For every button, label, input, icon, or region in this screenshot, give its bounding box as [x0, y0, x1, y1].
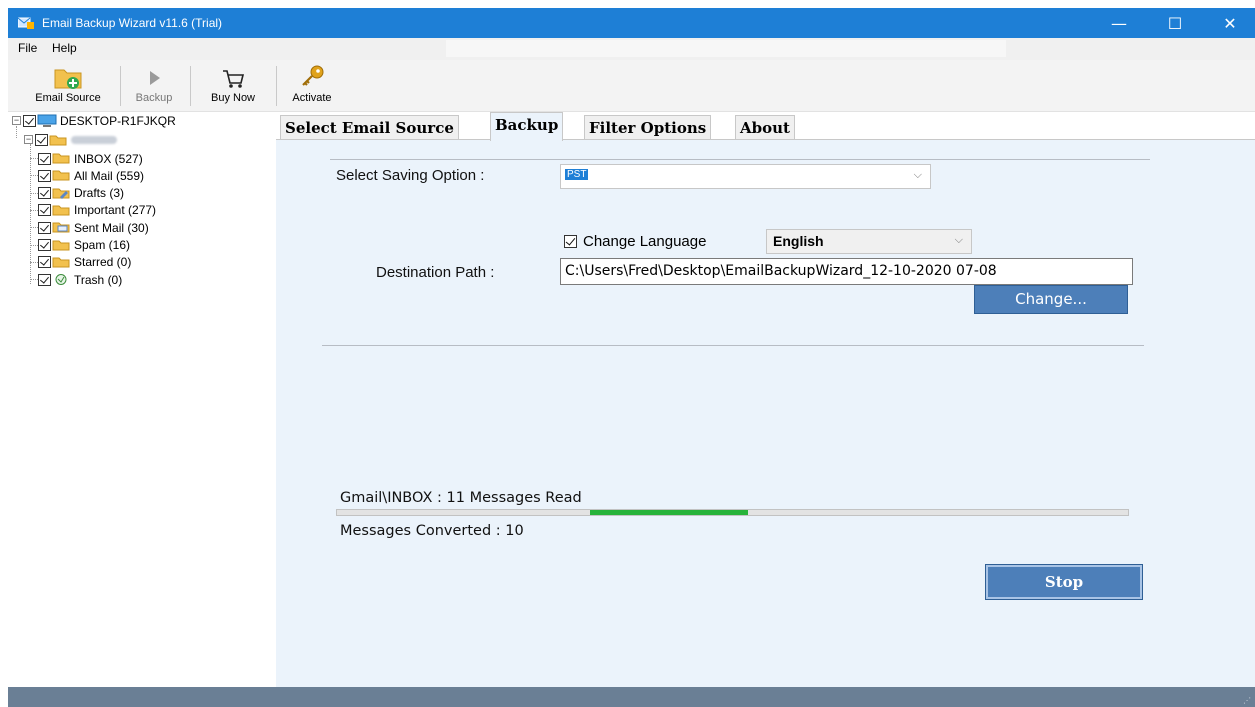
status-read-text: Gmail\INBOX : 11 Messages Read [340, 490, 582, 506]
tree-checkbox[interactable] [38, 239, 51, 251]
toolbar-separator [120, 66, 121, 106]
tree-checkbox[interactable] [38, 152, 51, 165]
chevron-down-icon: ⌵ [913, 168, 922, 181]
minimize-button[interactable]: — [1096, 8, 1142, 38]
progress-fill [590, 510, 749, 515]
tree-folder-label: INBOX (527) [74, 151, 143, 166]
folder-icon [52, 170, 70, 181]
tree-checkbox[interactable] [23, 114, 36, 127]
divider [330, 159, 1150, 160]
messages-converted-text: Messages Converted : 10 [340, 523, 524, 539]
toolbar-separator [190, 66, 191, 106]
tree-folder-label: All Mail (559) [74, 168, 145, 183]
backup-panel: Select Saving Option : PST ⌵ Change Lang… [276, 139, 1255, 687]
tree-folder-label: Sent Mail (30) [74, 220, 149, 235]
key-icon [302, 65, 324, 86]
tree-line [30, 175, 38, 177]
close-button[interactable]: ✕ [1207, 8, 1253, 38]
activate-button[interactable]: Activate [282, 62, 342, 110]
tree-line [30, 279, 38, 281]
tree-folder-item[interactable]: Starred (0) [30, 254, 132, 271]
tree-account[interactable]: − [24, 131, 117, 148]
collapse-icon[interactable]: − [24, 135, 33, 144]
collapse-icon[interactable]: − [12, 116, 21, 125]
folder-icon [52, 205, 70, 216]
resize-grip-icon[interactable]: ⋰ [1243, 696, 1251, 705]
stop-button[interactable]: Stop [985, 564, 1143, 600]
menu-file[interactable]: File [18, 41, 37, 55]
tree-line [30, 144, 31, 284]
add-folder-icon [54, 69, 82, 89]
chevron-down-icon: ⌵ [954, 233, 963, 246]
tree-line [30, 244, 38, 246]
tree-root[interactable]: − DESKTOP-R1FJKQR [12, 112, 176, 129]
folder-icon [52, 240, 70, 250]
tree-folder-item[interactable]: Drafts (3) [30, 185, 125, 202]
tree-line [30, 158, 38, 159]
toolbar: Email Source Backup Buy Now Activate [8, 60, 1255, 112]
tree-checkbox[interactable] [38, 169, 51, 182]
title-bar: Email Backup Wizard v11.6 (Trial) — ☐ ✕ [8, 8, 1255, 38]
sent-folder-icon [52, 222, 70, 233]
tree-folder-label: Drafts (3) [74, 186, 125, 201]
redacted-account-name [71, 135, 117, 144]
window-title: Email Backup Wizard v11.6 (Trial) [42, 16, 223, 30]
drafts-folder-icon [52, 188, 70, 199]
maximize-button[interactable]: ☐ [1152, 8, 1198, 38]
tree-folder-item[interactable]: Sent Mail (30) [30, 219, 149, 236]
tree-folder-item[interactable]: All Mail (559) [30, 167, 145, 184]
tree-folder-item[interactable]: Spam (16) [30, 237, 131, 254]
tree-folder-label: Important (277) [74, 203, 157, 218]
tab-select-email-source[interactable]: Select Email Source [280, 115, 459, 140]
folder-tree: − DESKTOP-R1FJKQR − INBOX (527) All Mail … [8, 112, 274, 687]
trash-icon [55, 274, 67, 286]
tree-checkbox[interactable] [38, 221, 51, 234]
menu-spacer [446, 40, 1006, 57]
saving-option-select[interactable]: PST ⌵ [560, 164, 931, 189]
tree-folder-item[interactable]: Important (277) [30, 202, 157, 219]
tree-checkbox[interactable] [38, 204, 51, 217]
destination-path-label: Destination Path : [376, 264, 495, 281]
tree-checkbox[interactable] [35, 133, 48, 146]
tab-about[interactable]: About [735, 115, 795, 140]
email-source-button[interactable]: Email Source [22, 62, 114, 110]
menu-bar: File Help [8, 38, 1255, 60]
folder-icon [52, 257, 70, 268]
buy-now-button[interactable]: Buy Now [198, 62, 268, 110]
language-select[interactable]: English ⌵ [766, 229, 972, 254]
tree-line [30, 192, 38, 194]
checkbox[interactable] [564, 235, 577, 248]
tree-line [30, 227, 38, 229]
destination-path-input[interactable]: C:\Users\Fred\Desktop\EmailBackupWizard_… [560, 258, 1133, 285]
tree-checkbox[interactable] [38, 187, 51, 200]
status-bar: ⋰ [8, 687, 1255, 707]
change-path-button[interactable]: Change... [974, 285, 1128, 314]
change-language-checkbox[interactable]: Change Language [564, 233, 706, 250]
tab-filter-options[interactable]: Filter Options [584, 115, 712, 140]
cart-icon [223, 70, 245, 88]
progress-bar [336, 509, 1129, 516]
tab-backup[interactable]: Backup [490, 112, 564, 141]
tree-folder-label: Spam (16) [74, 238, 131, 252]
backup-button[interactable]: Backup [126, 62, 182, 110]
tree-folder-label: Starred (0) [74, 255, 132, 270]
tree-folder-item[interactable]: INBOX (527) [30, 150, 143, 167]
app-logo-icon [18, 17, 34, 29]
folder-icon [52, 153, 70, 164]
tree-checkbox[interactable] [38, 256, 51, 269]
toolbar-separator [276, 66, 277, 106]
tree-folder-item[interactable]: Trash (0) [30, 271, 123, 288]
tree-checkbox[interactable] [38, 273, 51, 286]
saving-option-label: Select Saving Option : [336, 167, 485, 184]
divider [322, 345, 1144, 346]
play-icon [150, 71, 160, 85]
computer-icon [37, 114, 57, 127]
tree-line [30, 209, 38, 211]
menu-help[interactable]: Help [52, 41, 77, 55]
tree-line [30, 261, 38, 263]
account-folder-icon [49, 135, 67, 145]
tree-folder-label: Trash (0) [74, 272, 123, 287]
